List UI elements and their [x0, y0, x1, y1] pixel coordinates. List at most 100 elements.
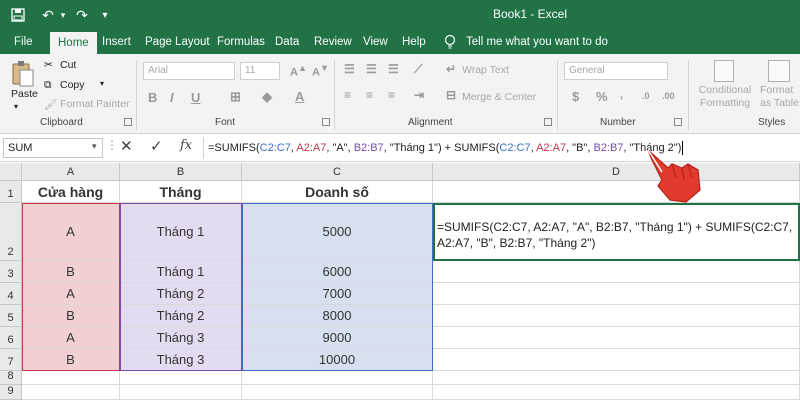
font-color-icon[interactable]: A	[295, 89, 304, 104]
fill-color-icon[interactable]: ◆	[262, 89, 272, 105]
clipboard-launcher-icon[interactable]	[124, 118, 132, 126]
table-cell[interactable]	[22, 371, 120, 385]
column-header-d[interactable]: D	[433, 163, 800, 181]
comma-icon[interactable]: ,	[620, 89, 623, 101]
table-cell[interactable]	[242, 371, 433, 385]
paste-button[interactable]: Paste	[11, 88, 38, 100]
font-size-select[interactable]: 11	[240, 62, 280, 80]
table-cell[interactable]	[242, 385, 433, 400]
align-right-icon[interactable]: ≡	[388, 88, 395, 102]
table-cell[interactable]: 5000	[242, 203, 433, 261]
tab-home[interactable]: Home	[50, 30, 97, 54]
italic-icon[interactable]: I	[170, 90, 174, 105]
enter-icon[interactable]: ✓	[150, 137, 163, 155]
row-header[interactable]: 1	[0, 181, 22, 203]
table-cell[interactable]	[433, 305, 800, 327]
table-cell[interactable]: B	[22, 305, 120, 327]
table-cell[interactable]: 7000	[242, 283, 433, 305]
cut-icon[interactable]: ✂	[44, 59, 53, 71]
cut-button[interactable]: Cut	[60, 59, 76, 71]
row-header[interactable]: 7	[0, 349, 22, 371]
table-cell[interactable]	[120, 371, 242, 385]
indent-icon[interactable]: ⇥	[414, 88, 424, 102]
column-header-a[interactable]: A	[22, 163, 120, 181]
middle-align-icon[interactable]: ☰	[366, 62, 377, 76]
row-header[interactable]: 3	[0, 261, 22, 283]
table-header-cell[interactable]: Doanh số	[242, 181, 433, 203]
paste-icon[interactable]	[10, 60, 36, 90]
table-cell[interactable]: B	[22, 261, 120, 283]
column-header-c[interactable]: C	[242, 163, 433, 181]
column-header-b[interactable]: B	[120, 163, 242, 181]
table-cell[interactable]: Tháng 3	[120, 349, 242, 371]
table-cell[interactable]	[433, 327, 800, 349]
name-box[interactable]: SUM	[3, 138, 103, 158]
formula-input[interactable]: =SUMIFS(C2:C7, A2:A7, "A", B2:B7, "Tháng…	[208, 138, 798, 158]
top-align-icon[interactable]: ☰	[344, 62, 355, 76]
table-cell[interactable]	[433, 385, 800, 400]
row-header[interactable]: 8	[0, 370, 22, 385]
align-center-icon[interactable]: ≡	[366, 88, 373, 102]
table-cell[interactable]: B	[22, 349, 120, 371]
format-painter-button[interactable]: Format Painter	[60, 98, 129, 110]
tab-review[interactable]: Review	[314, 30, 352, 54]
selected-cell-d2[interactable]: =SUMIFS(C2:C7, A2:A7, "A", B2:B7, "Tháng…	[433, 203, 800, 261]
tell-me-search[interactable]: Tell me what you want to do	[466, 30, 608, 54]
table-cell[interactable]: Tháng 2	[120, 283, 242, 305]
format-painter-icon[interactable]: 🖌	[44, 98, 57, 111]
orientation-icon[interactable]: ⟋	[414, 62, 422, 77]
number-format-select[interactable]: General	[564, 62, 668, 80]
tab-insert[interactable]: Insert	[102, 30, 131, 54]
table-header-cell[interactable]: Tháng	[120, 181, 242, 203]
row-header[interactable]: 2	[0, 203, 22, 261]
copy-button[interactable]: Copy	[60, 79, 85, 91]
table-cell[interactable]: 6000	[242, 261, 433, 283]
tab-file[interactable]: File	[14, 30, 33, 54]
currency-icon[interactable]: $	[572, 89, 579, 104]
table-cell[interactable]	[433, 283, 800, 305]
align-left-icon[interactable]: ≡	[344, 88, 351, 102]
decrease-font-icon[interactable]: A▼	[312, 63, 329, 79]
tab-view[interactable]: View	[363, 30, 388, 54]
percent-icon[interactable]: %	[596, 89, 608, 104]
font-launcher-icon[interactable]	[322, 118, 330, 126]
row-header[interactable]: 6	[0, 327, 22, 349]
alignment-launcher-icon[interactable]	[544, 118, 552, 126]
insert-function-icon[interactable]: fx	[180, 138, 192, 153]
increase-decimal-icon[interactable]: .0	[642, 91, 650, 101]
table-cell[interactable]: Tháng 1	[120, 203, 242, 261]
row-header[interactable]: 5	[0, 305, 22, 327]
table-cell[interactable]: Tháng 2	[120, 305, 242, 327]
table-cell[interactable]: A	[22, 327, 120, 349]
bottom-align-icon[interactable]: ☰	[388, 62, 399, 76]
number-launcher-icon[interactable]	[674, 118, 682, 126]
table-cell[interactable]: A	[22, 283, 120, 305]
format-as-table-icon[interactable]	[768, 60, 790, 82]
increase-font-icon[interactable]: A▲	[290, 63, 307, 79]
format-as-table-button[interactable]: Format as Table	[760, 84, 800, 110]
table-header-cell[interactable]: Cửa hàng	[22, 181, 120, 203]
cancel-icon[interactable]: ✕	[120, 137, 133, 155]
merge-center-icon[interactable]: ⊟	[446, 88, 456, 102]
row-header[interactable]: 9	[0, 385, 22, 400]
copy-dropdown-icon[interactable]: ▾	[100, 79, 104, 88]
merge-center-button[interactable]: Merge & Center	[462, 91, 536, 103]
bold-icon[interactable]: B	[148, 90, 157, 105]
wrap-text-icon[interactable]: ↵	[446, 62, 456, 76]
select-all-corner[interactable]	[0, 163, 22, 181]
conditional-formatting-icon[interactable]	[714, 60, 734, 82]
copy-icon[interactable]: ⧉	[44, 79, 52, 92]
font-name-select[interactable]: Arial	[143, 62, 235, 80]
borders-icon[interactable]: ⊞	[230, 89, 241, 105]
paste-dropdown-icon[interactable]: ▾	[14, 102, 18, 111]
underline-icon[interactable]: U	[191, 90, 200, 105]
table-cell[interactable]: A	[22, 203, 120, 261]
tab-page-layout[interactable]: Page Layout	[145, 30, 210, 54]
wrap-text-button[interactable]: Wrap Text	[462, 64, 509, 76]
table-cell[interactable]	[120, 385, 242, 400]
table-cell[interactable]	[22, 385, 120, 400]
name-box-dropdown-icon[interactable]: ▾	[92, 141, 97, 152]
tab-data[interactable]: Data	[275, 30, 299, 54]
table-cell[interactable]: Tháng 3	[120, 327, 242, 349]
table-cell[interactable]	[433, 371, 800, 385]
